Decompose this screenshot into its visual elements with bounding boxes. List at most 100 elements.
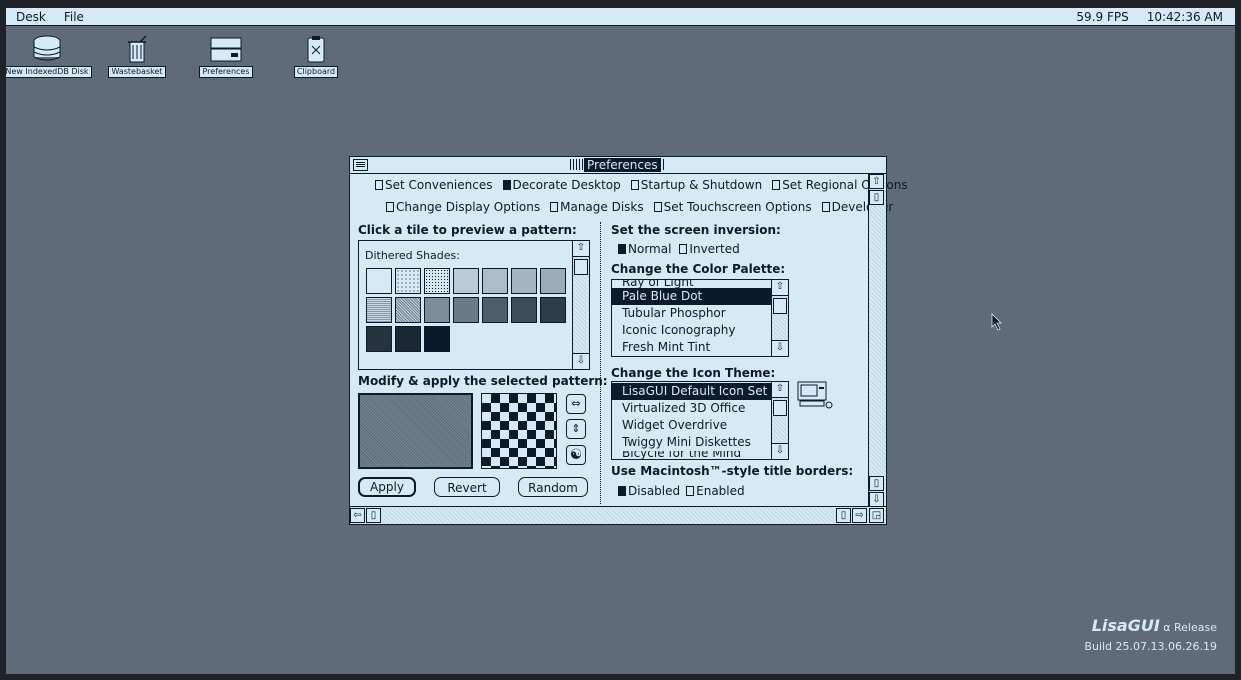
checkbox-icon xyxy=(375,180,383,190)
list-item[interactable]: Fresh Mint Tint xyxy=(612,339,788,356)
scroll-thumb[interactable] xyxy=(773,400,787,416)
pattern-tile[interactable] xyxy=(366,268,392,294)
scroll-left-icon[interactable]: ⇦ xyxy=(350,508,365,523)
invert-pattern-button[interactable]: ☯ xyxy=(566,445,586,465)
desktop-icon-clipboard[interactable]: Clipboard xyxy=(271,34,361,78)
desktop-icon-preferences[interactable]: Preferences xyxy=(181,34,271,78)
pattern-tile[interactable] xyxy=(482,268,508,294)
apply-button[interactable]: Apply xyxy=(358,477,416,497)
pattern-tile[interactable] xyxy=(424,326,450,352)
menu-file[interactable]: File xyxy=(54,10,92,24)
list-item-selected[interactable]: LisaGUI Default Icon Set xyxy=(612,383,788,400)
inversion-normal-radio[interactable]: Normal xyxy=(618,242,671,256)
tab-manage-disks[interactable]: Manage Disks xyxy=(550,200,644,214)
window-menu-icon[interactable] xyxy=(353,159,368,171)
page-up-icon[interactable]: ▯ xyxy=(869,190,884,205)
icon-theme-scrollbar[interactable]: ⇧ ⇩ xyxy=(771,382,788,459)
tab-row-1: Set Conveniences Decorate Desktop Startu… xyxy=(375,178,908,192)
trash-icon xyxy=(128,35,147,63)
scroll-up-icon[interactable]: ⇧ xyxy=(772,280,788,296)
scroll-down-icon[interactable]: ⇩ xyxy=(869,492,884,507)
flip-horizontal-button[interactable]: ⇔ xyxy=(566,394,586,414)
menu-desk[interactable]: Desk xyxy=(6,10,54,24)
flip-vertical-button[interactable]: ⇕ xyxy=(566,419,586,439)
pattern-tile[interactable] xyxy=(511,268,537,294)
pattern-tile[interactable] xyxy=(511,297,537,323)
page-right-icon[interactable]: ▯ xyxy=(836,508,851,523)
pattern-tile[interactable] xyxy=(453,297,479,323)
tab-regional-options[interactable]: Set Regional Options xyxy=(772,178,908,192)
tab-label: Startup & Shutdown xyxy=(640,178,763,192)
list-item[interactable]: Tubular Phosphor xyxy=(612,305,788,322)
desktop-icon-label: Clipboard xyxy=(293,66,339,78)
inversion-inverted-radio[interactable]: Inverted xyxy=(679,242,740,256)
scroll-up-icon[interactable]: ⇧ xyxy=(772,382,788,398)
tab-touchscreen-options[interactable]: Set Touchscreen Options xyxy=(653,200,812,214)
checkbox-icon xyxy=(821,202,830,212)
option-label: Inverted xyxy=(689,242,740,256)
desktop-icon-label: New IndexedDB Disk xyxy=(2,66,92,78)
resize-handle-icon[interactable]: ◲ xyxy=(869,508,884,523)
pattern-tile[interactable] xyxy=(395,326,421,352)
pattern-tile[interactable] xyxy=(395,297,421,323)
title-borders-heading: Use Macintosh™-style title borders: xyxy=(611,464,854,478)
list-item[interactable]: Twiggy Mini Diskettes xyxy=(612,434,788,451)
palette-heading: Change the Color Palette: xyxy=(611,262,786,276)
tab-set-conveniences[interactable]: Set Conveniences xyxy=(375,178,493,192)
window-horizontal-scrollbar[interactable]: ⇦ ▯ ▯ ⇨ ◲ xyxy=(350,506,886,524)
pattern-tile[interactable] xyxy=(540,268,566,294)
checkbox-icon xyxy=(772,180,781,190)
list-item[interactable]: Bicycle for the Mind xyxy=(612,451,788,459)
desktop-icon-label: Preferences xyxy=(199,66,253,78)
page-down-icon[interactable]: ▯ xyxy=(869,476,884,491)
list-item-selected[interactable]: Pale Blue Dot xyxy=(612,288,788,305)
scroll-down-icon[interactable]: ⇩ xyxy=(772,443,788,459)
tab-display-options[interactable]: Change Display Options xyxy=(386,200,540,214)
mouse-pointer-icon xyxy=(991,313,1002,331)
pattern-tile[interactable] xyxy=(540,297,566,323)
palette-list: Ray of Light Pale Blue Dot Tubular Phosp… xyxy=(611,279,789,357)
title-borders-enabled-radio[interactable]: Enabled xyxy=(686,484,745,498)
pattern-tile[interactable] xyxy=(424,268,450,294)
tab-startup-shutdown[interactable]: Startup & Shutdown xyxy=(630,178,763,192)
window-vertical-scrollbar[interactable]: ⇧ ▯ ▯ ⇩ xyxy=(868,174,886,507)
random-button[interactable]: Random xyxy=(518,477,588,497)
list-item[interactable]: Virtualized 3D Office xyxy=(612,400,788,417)
pattern-tile[interactable] xyxy=(482,297,508,323)
pattern-tile[interactable] xyxy=(424,297,450,323)
desktop-icon-disk[interactable]: New IndexedDB Disk xyxy=(2,34,92,78)
title-borders-disabled-radio[interactable]: Disabled xyxy=(618,484,680,498)
pattern-tile[interactable] xyxy=(453,268,479,294)
release-label: α Release xyxy=(1163,621,1217,634)
option-label: Enabled xyxy=(696,484,745,498)
pattern-preview xyxy=(358,393,473,469)
scroll-thumb[interactable] xyxy=(574,259,588,275)
branding: LisaGUI α Release Build 25.07.13.06.26.1… xyxy=(1084,616,1217,653)
window-title-bar[interactable]: Preferences xyxy=(350,157,886,174)
palette-scrollbar[interactable]: ⇧ ⇩ xyxy=(771,280,788,356)
scroll-thumb[interactable] xyxy=(773,298,787,314)
scroll-down-icon[interactable]: ⇩ xyxy=(573,353,589,369)
page-left-icon[interactable]: ▯ xyxy=(366,508,381,523)
preferences-icon xyxy=(210,37,242,62)
list-item[interactable]: Ray of Light xyxy=(612,280,788,288)
checkbox-checked-icon xyxy=(618,486,626,496)
pattern-tile[interactable] xyxy=(366,326,392,352)
scroll-down-icon[interactable]: ⇩ xyxy=(772,340,788,356)
pattern-heading: Click a tile to preview a pattern: xyxy=(358,223,577,237)
tab-decorate-desktop[interactable]: Decorate Desktop xyxy=(502,178,621,192)
scroll-up-icon[interactable]: ⇧ xyxy=(869,174,884,189)
pattern-editor[interactable] xyxy=(481,393,557,469)
icon-theme-list: LisaGUI Default Icon Set Virtualized 3D … xyxy=(611,381,789,460)
option-label: Normal xyxy=(628,242,672,256)
list-item[interactable]: Iconic Iconography xyxy=(612,322,788,339)
pattern-tile[interactable] xyxy=(366,297,392,323)
build-label: Build 25.07.13.06.26.19 xyxy=(1084,640,1217,653)
list-item[interactable]: Widget Overdrive xyxy=(612,417,788,434)
revert-button[interactable]: Revert xyxy=(434,477,500,497)
scroll-right-icon[interactable]: ⇨ xyxy=(852,508,867,523)
desktop-icon-wastebasket[interactable]: Wastebasket xyxy=(92,34,182,78)
pattern-scrollbar[interactable]: ⇧ ⇩ xyxy=(572,241,589,369)
pattern-tile[interactable] xyxy=(395,268,421,294)
scroll-up-icon[interactable]: ⇧ xyxy=(573,241,589,257)
